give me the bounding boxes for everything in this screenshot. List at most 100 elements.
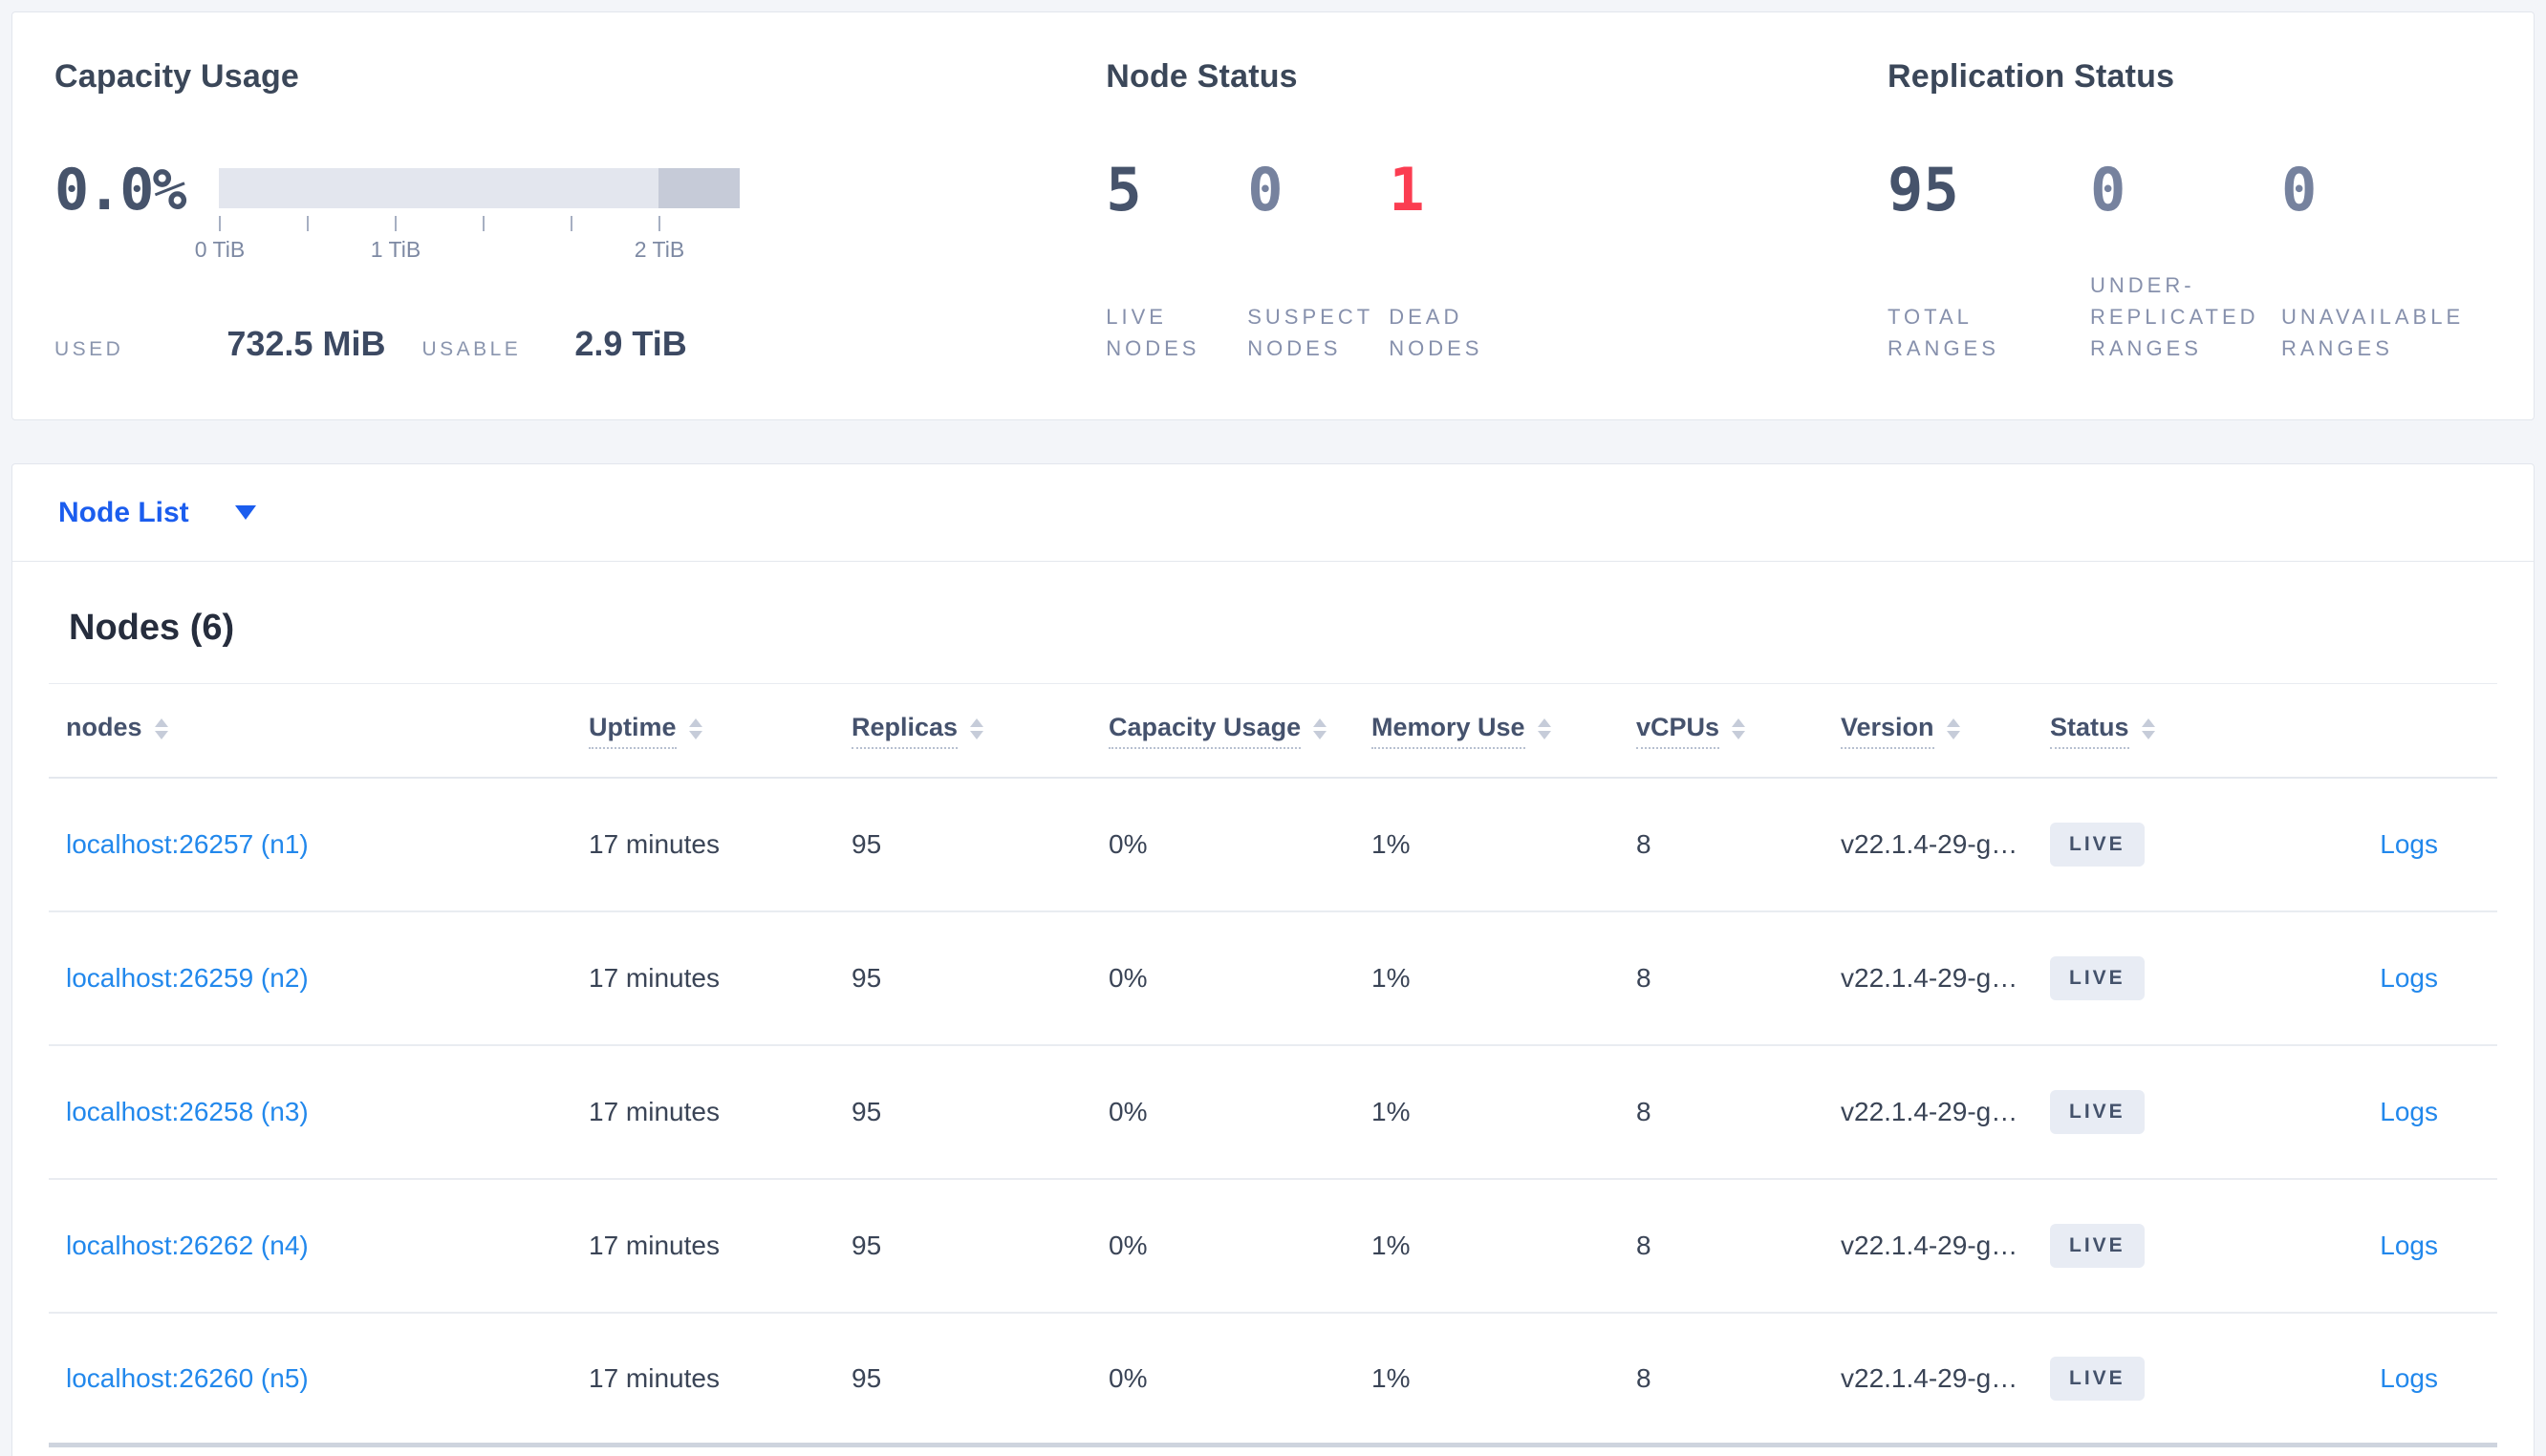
version-cell: v22.1.4-29-g…: [1841, 1097, 2018, 1126]
suspect-nodes-metric: 0 SUSPECT NODES: [1247, 161, 1389, 364]
sort-arrows-icon[interactable]: [688, 717, 702, 739]
table-row: localhost:26262 (n4) 17 minutes 95 0% 1%…: [49, 1180, 2497, 1314]
node-address-link[interactable]: localhost:26260 (n5): [66, 1363, 309, 1393]
sort-arrows-icon[interactable]: [970, 717, 984, 739]
column-header-nodes[interactable]: nodes: [66, 713, 589, 749]
memory-use-cell: 1%: [1371, 963, 1411, 993]
logs-link[interactable]: Logs: [2380, 1097, 2438, 1126]
table-body: localhost:26257 (n1) 17 minutes 95 0% 1%…: [49, 779, 2497, 1447]
total-ranges-metric: 95 TOTAL RANGES: [1888, 161, 2090, 364]
status-badge: LIVE: [2050, 823, 2145, 867]
view-selector[interactable]: Node List: [12, 464, 2534, 562]
status-badge: LIVE: [2050, 956, 2145, 1000]
nodes-table: nodes Uptime Replicas Capacity Usage Mem…: [49, 683, 2497, 1447]
uptime-cell: 17 minutes: [589, 829, 720, 859]
unavailable-ranges-count: 0: [2281, 155, 2318, 225]
node-list-card: Node List Nodes (6) nodes Uptime Replica…: [11, 463, 2535, 1456]
under-replicated-ranges-count: 0: [2090, 155, 2126, 225]
vcpus-cell: 8: [1636, 829, 1651, 859]
status-badge: LIVE: [2050, 1224, 2145, 1268]
column-header-status[interactable]: Status: [2050, 713, 2256, 749]
used-label: USED: [54, 338, 124, 360]
under-replicated-ranges-metric: 0 UNDER-REPLICATED RANGES: [2090, 161, 2281, 364]
axis-tick: [571, 216, 572, 231]
uptime-cell: 17 minutes: [589, 1231, 720, 1260]
logs-link[interactable]: Logs: [2380, 963, 2438, 993]
dead-nodes-count: 1: [1389, 155, 1425, 225]
memory-use-cell: 1%: [1371, 829, 1411, 859]
table-row: localhost:26260 (n5) 17 minutes 95 0% 1%…: [49, 1314, 2497, 1447]
uptime-cell: 17 minutes: [589, 963, 720, 993]
node-status-section: Node Status 5 LIVE NODES 0 SUSPECT NODES…: [1106, 56, 1888, 364]
memory-use-cell: 1%: [1371, 1231, 1411, 1260]
logs-link[interactable]: Logs: [2380, 829, 2438, 859]
column-header-memory-use[interactable]: Memory Use: [1371, 713, 1636, 749]
capacity-usage-cell: 0%: [1109, 1362, 1148, 1393]
capacity-bar-used-segment: [658, 168, 740, 208]
sort-arrows-icon[interactable]: [1732, 717, 1746, 739]
replication-status-title: Replication Status: [1888, 58, 2175, 95]
axis-tick-label: 1 TiB: [370, 237, 421, 262]
node-address-link[interactable]: localhost:26257 (n1): [66, 829, 309, 859]
axis-tick: [658, 216, 660, 231]
table-row: localhost:26259 (n2) 17 minutes 95 0% 1%…: [49, 912, 2497, 1046]
axis-tick: [219, 216, 221, 231]
capacity-used-percent: 0.0%: [54, 157, 187, 224]
sort-arrows-icon[interactable]: [1537, 717, 1551, 739]
live-nodes-metric: 5 LIVE NODES: [1106, 161, 1247, 364]
node-status-title: Node Status: [1106, 58, 1298, 95]
live-nodes-label: LIVE NODES: [1106, 305, 1200, 360]
suspect-nodes-count: 0: [1247, 155, 1284, 225]
node-address-link[interactable]: localhost:26258 (n3): [66, 1097, 309, 1126]
capacity-usage-section: Capacity Usage 0.0% 0 TiB 1 TiB 2 TiB US…: [54, 56, 1106, 364]
under-replicated-ranges-label: UNDER-REPLICATED RANGES: [2090, 273, 2259, 360]
suspect-nodes-label: SUSPECT NODES: [1247, 305, 1373, 360]
replicas-cell: 95: [852, 1362, 882, 1393]
replicas-cell: 95: [852, 829, 882, 859]
node-address-link[interactable]: localhost:26259 (n2): [66, 963, 309, 993]
caret-down-icon: [234, 505, 256, 520]
cluster-summary-card: Capacity Usage 0.0% 0 TiB 1 TiB 2 TiB US…: [11, 11, 2535, 420]
replicas-cell: 95: [852, 963, 882, 993]
sort-arrows-icon[interactable]: [154, 717, 168, 739]
replicas-cell: 95: [852, 1231, 882, 1260]
view-selector-label[interactable]: Node List: [58, 497, 189, 529]
vcpus-cell: 8: [1636, 1231, 1651, 1260]
capacity-usage-cell: 0%: [1109, 963, 1148, 993]
axis-tick: [307, 216, 309, 231]
replication-status-section: Replication Status 95 TOTAL RANGES 0 UND…: [1888, 56, 2492, 364]
column-header-vcpus[interactable]: vCPUs: [1636, 713, 1841, 749]
version-cell: v22.1.4-29-g…: [1841, 1231, 2018, 1260]
dead-nodes-label: DEAD NODES: [1389, 305, 1483, 360]
status-badge: LIVE: [2050, 1090, 2145, 1134]
logs-link[interactable]: Logs: [2380, 1231, 2438, 1260]
capacity-bar: [219, 168, 740, 208]
column-header-replicas[interactable]: Replicas: [852, 713, 1109, 749]
sort-arrows-icon[interactable]: [2141, 717, 2155, 739]
sort-arrows-icon[interactable]: [1313, 717, 1327, 739]
memory-use-cell: 1%: [1371, 1097, 1411, 1126]
usable-value: 2.9 TiB: [574, 324, 687, 363]
capacity-usage-bar-chart: 0 TiB 1 TiB 2 TiB: [195, 168, 740, 292]
axis-tick: [483, 216, 485, 231]
column-header-uptime[interactable]: Uptime: [589, 713, 852, 749]
unavailable-ranges-metric: 0 UNAVAILABLE RANGES: [2281, 161, 2492, 364]
vcpus-cell: 8: [1636, 963, 1651, 993]
column-header-capacity-usage[interactable]: Capacity Usage: [1109, 713, 1371, 749]
memory-use-cell: 1%: [1371, 1362, 1411, 1393]
capacity-usage-title: Capacity Usage: [54, 58, 300, 95]
dead-nodes-metric: 1 DEAD NODES: [1389, 161, 1530, 364]
column-header-version[interactable]: Version: [1841, 713, 2050, 749]
usable-label: USABLE: [421, 338, 522, 360]
logs-link[interactable]: Logs: [2380, 1363, 2438, 1393]
unavailable-ranges-label: UNAVAILABLE RANGES: [2281, 305, 2465, 360]
axis-tick-label: 2 TiB: [634, 237, 685, 262]
status-badge: LIVE: [2050, 1356, 2145, 1401]
vcpus-cell: 8: [1636, 1362, 1651, 1393]
capacity-usage-cell: 0%: [1109, 829, 1148, 859]
used-value: 732.5 MiB: [227, 324, 386, 363]
version-cell: v22.1.4-29-g…: [1841, 963, 2018, 993]
table-row: localhost:26258 (n3) 17 minutes 95 0% 1%…: [49, 1046, 2497, 1180]
node-address-link[interactable]: localhost:26262 (n4): [66, 1231, 309, 1260]
sort-arrows-icon[interactable]: [1946, 717, 1960, 739]
